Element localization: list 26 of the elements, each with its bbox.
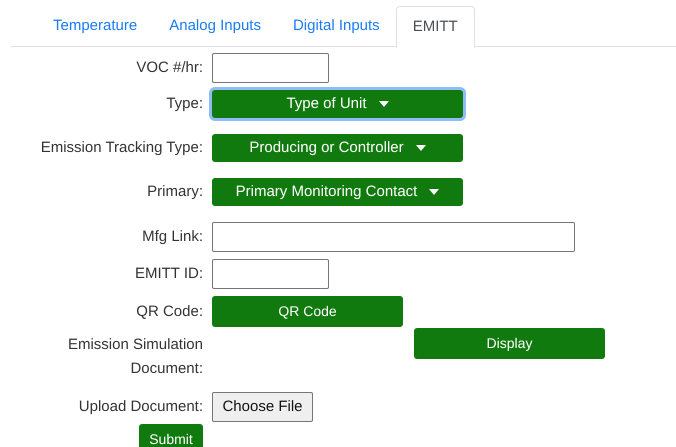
dropdown-button[interactable]: Type of Unit (212, 90, 463, 118)
field-label: Emission Tracking Type: (40, 138, 203, 158)
qr-code-button[interactable]: QR Code (212, 296, 403, 327)
field-label: Type: (166, 94, 203, 114)
field-label: Upload Document: (78, 397, 203, 417)
text-field[interactable] (212, 222, 575, 252)
field-label: Primary: (147, 182, 203, 202)
tab[interactable]: Digital Inputs (276, 6, 396, 47)
choose-file-button[interactable]: Choose File (212, 392, 313, 422)
dropdown-button[interactable]: Primary Monitoring Contact (212, 178, 463, 206)
tab[interactable]: Analog Inputs (153, 6, 277, 47)
field-label: Emission Simulation Document: (66, 335, 203, 379)
field-label: VOC #/hr: (136, 58, 203, 78)
dropdown-button[interactable]: Producing or Controller (212, 134, 463, 162)
field-label: QR Code: (136, 302, 203, 322)
tab[interactable]: Temperature (37, 6, 154, 47)
display-button[interactable]: Display (414, 328, 605, 359)
submit-button[interactable]: Submit (139, 424, 203, 447)
text-field[interactable] (212, 259, 329, 289)
caret-icon (378, 101, 389, 107)
tab[interactable]: EMITT (396, 6, 475, 48)
field-label: Mfg Link: (142, 227, 203, 247)
field-label: EMITT ID: (134, 264, 203, 284)
text-field[interactable] (212, 53, 329, 83)
caret-icon (416, 145, 426, 151)
caret-icon (429, 189, 440, 195)
